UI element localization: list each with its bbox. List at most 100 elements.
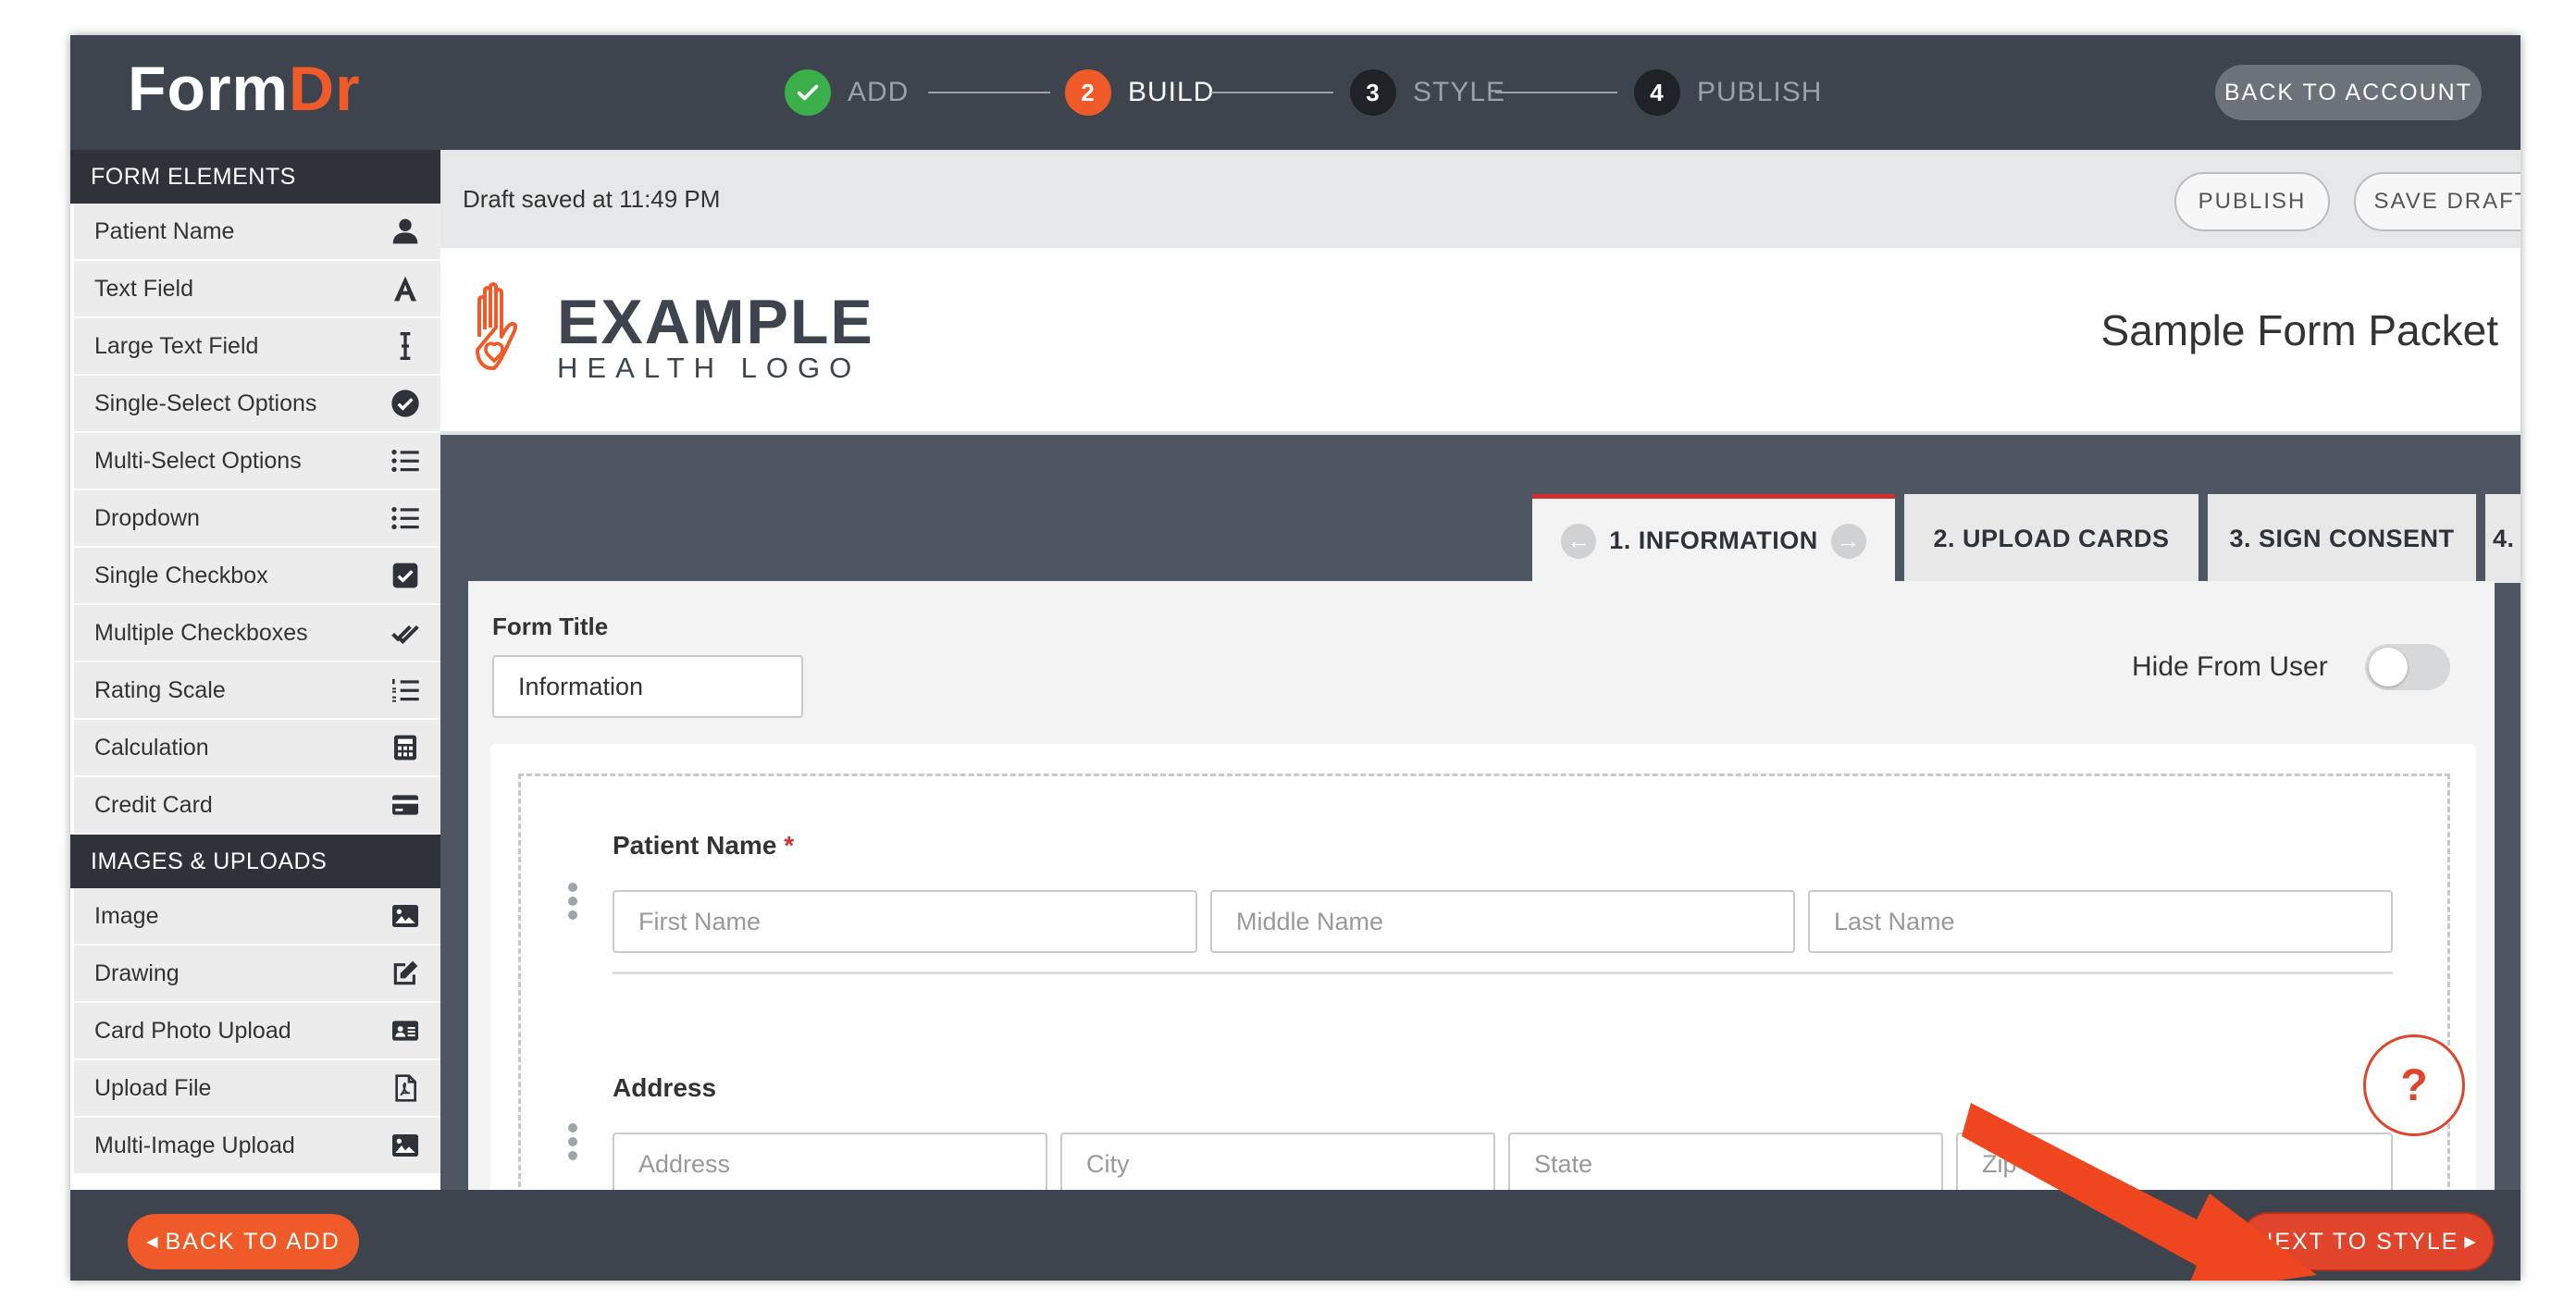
sidebar-item-multi-image-upload[interactable]: Multi-Image Upload: [74, 1118, 440, 1175]
sidebar-item-label: Single-Select Options: [94, 390, 317, 416]
draft-status: Draft saved at 11:49 PM: [463, 184, 721, 213]
sidebar-item-upload-file[interactable]: Upload File: [74, 1060, 440, 1118]
sidebar-item-credit-card[interactable]: Credit Card: [74, 777, 440, 835]
back-to-account-button[interactable]: BACK TO ACCOUNT: [2215, 65, 2482, 120]
back-to-add-label: BACK TO ADD: [165, 1228, 341, 1255]
step-build-label: BUILD: [1128, 77, 1215, 107]
tab-label: 1. INFORMATION: [1609, 526, 1818, 554]
sidebar-item-single-select[interactable]: Single-Select Options: [74, 376, 440, 433]
tab-label: 3. SIGN CONSENT: [2229, 524, 2455, 552]
hide-from-user-label: Hide From User: [2132, 651, 2328, 682]
step-connector: [928, 92, 1050, 93]
form-title-input[interactable]: Information: [492, 655, 803, 718]
hide-from-user-toggle[interactable]: [2365, 644, 2450, 690]
list-icon: [389, 501, 422, 535]
form-packet-title: Sample Form Packet: [2100, 306, 2498, 354]
sidebar-item-dropdown[interactable]: Dropdown: [74, 490, 440, 548]
publish-button[interactable]: PUBLISH: [2174, 172, 2330, 231]
logo-dr: Dr: [289, 54, 361, 124]
tab-upload-cards[interactable]: 2. UPLOAD CARDS: [1904, 494, 2198, 583]
sidebar-item-rating-scale[interactable]: Rating Scale: [74, 662, 440, 720]
image-icon: [389, 899, 422, 933]
sidebar-item-label: Card Photo Upload: [94, 1017, 291, 1044]
step-style-label: STYLE: [1413, 77, 1506, 107]
form-title-label: Form Title: [492, 613, 609, 640]
sidebar-item-label: Credit Card: [94, 791, 213, 818]
step-add-label: ADD: [848, 77, 910, 107]
text-cursor-icon: [389, 329, 422, 363]
numbered-list-icon: [389, 674, 422, 707]
form-elements-heading: FORM ELEMENTS: [70, 150, 440, 204]
credit-card-icon: [389, 788, 422, 822]
step-connector: [1211, 92, 1333, 93]
divider: [613, 972, 2393, 974]
sidebar-item-label: Multi-Image Upload: [94, 1132, 295, 1158]
step-build-number: 2: [1065, 69, 1111, 116]
city-field[interactable]: City: [1060, 1133, 1495, 1195]
first-name-field[interactable]: First Name: [613, 890, 1197, 953]
step-style[interactable]: 3 STYLE: [1350, 68, 1505, 117]
drag-handle-icon[interactable]: [568, 1123, 577, 1160]
sidebar-item-label: Large Text Field: [94, 332, 259, 359]
sidebar-item-card-photo-upload[interactable]: Card Photo Upload: [74, 1003, 440, 1060]
caret-left-icon: ◀: [146, 1234, 160, 1250]
text-a-icon: [389, 272, 422, 305]
address-label: Address: [613, 1073, 717, 1102]
images-uploads-heading: IMAGES & UPLOADS: [70, 835, 440, 888]
sidebar-item-calculation[interactable]: Calculation: [74, 720, 440, 777]
sidebar-item-label: Multi-Select Options: [94, 447, 302, 474]
sidebar-item-label: Dropdown: [94, 504, 200, 531]
sidebar-item-label: Text Field: [94, 275, 193, 302]
sidebar-item-large-text-field[interactable]: Large Text Field: [74, 318, 440, 376]
sidebar-item-label: Drawing: [94, 959, 180, 986]
hand-heart-icon: [476, 282, 517, 370]
tab-information[interactable]: ← 1. INFORMATION →: [1532, 494, 1895, 583]
sidebar: FORM ELEMENTS Patient Name Text Field La…: [70, 150, 440, 1190]
sidebar-item-label: Patient Name: [94, 217, 235, 244]
image-icon: [389, 1129, 422, 1162]
calculator-icon: [389, 731, 422, 764]
logo-text-line1: EXAMPLE: [557, 287, 874, 357]
sidebar-item-single-checkbox[interactable]: Single Checkbox: [74, 548, 440, 605]
list-icon: [389, 444, 422, 477]
logo-form: Form: [128, 54, 289, 124]
state-field[interactable]: State: [1508, 1133, 1943, 1195]
step-add[interactable]: ADD: [785, 68, 909, 117]
address-field[interactable]: Address: [613, 1133, 1047, 1195]
tab-sign-consent[interactable]: 3. SIGN CONSENT: [2208, 494, 2476, 583]
middle-name-field[interactable]: Middle Name: [1210, 890, 1795, 953]
step-publish[interactable]: 4 PUBLISH: [1634, 68, 1822, 117]
step-build[interactable]: 2 BUILD: [1065, 68, 1214, 117]
sidebar-item-text-field[interactable]: Text Field: [74, 261, 440, 318]
step-connector: [1495, 92, 1617, 93]
logo-text-line2: HEALTH LOGO: [557, 352, 861, 384]
sidebar-item-label: Multiple Checkboxes: [94, 619, 308, 646]
sidebar-item-patient-name[interactable]: Patient Name: [74, 204, 440, 261]
id-card-icon: [389, 1014, 422, 1047]
sidebar-item-image[interactable]: Image: [74, 888, 440, 946]
step-style-number: 3: [1350, 69, 1396, 116]
toggle-knob: [2369, 648, 2408, 687]
caret-right-icon: ▶: [2464, 1234, 2478, 1250]
patient-name-text: Patient Name: [613, 831, 777, 860]
step-publish-number: 4: [1634, 69, 1680, 116]
last-name-field[interactable]: Last Name: [1808, 890, 2393, 953]
sidebar-item-multiple-checkboxes[interactable]: Multiple Checkboxes: [74, 605, 440, 662]
sidebar-item-multi-select[interactable]: Multi-Select Options: [74, 433, 440, 490]
arrow-right-icon[interactable]: →: [1830, 523, 1866, 559]
help-button[interactable]: ?: [2363, 1034, 2465, 1136]
sidebar-item-drawing[interactable]: Drawing: [74, 946, 440, 1003]
back-to-add-button[interactable]: ◀ BACK TO ADD: [128, 1214, 359, 1269]
sidebar-item-label: Calculation: [94, 734, 209, 761]
app-window: FormDr ADD 2 BUILD 3 STYLE 4 PUBLISH BAC…: [70, 35, 2520, 1281]
top-bar: FormDr ADD 2 BUILD 3 STYLE 4 PUBLISH BAC…: [70, 35, 2520, 150]
required-asterisk: *: [784, 831, 795, 860]
sidebar-item-label: Image: [94, 902, 159, 929]
drag-handle-icon[interactable]: [568, 883, 577, 920]
arrow-left-icon[interactable]: ←: [1561, 523, 1597, 559]
app-logo[interactable]: FormDr: [128, 52, 361, 126]
save-draft-button[interactable]: SAVE DRAFT: [2354, 172, 2520, 231]
save-bar: Draft saved at 11:49 PM PUBLISH SAVE DRA…: [440, 150, 2520, 248]
form-header: EXAMPLE HEALTH LOGO Sample Form Packet: [440, 248, 2520, 435]
tab-contact-form[interactable]: 4. CONTACT FORM: [2485, 494, 2520, 583]
